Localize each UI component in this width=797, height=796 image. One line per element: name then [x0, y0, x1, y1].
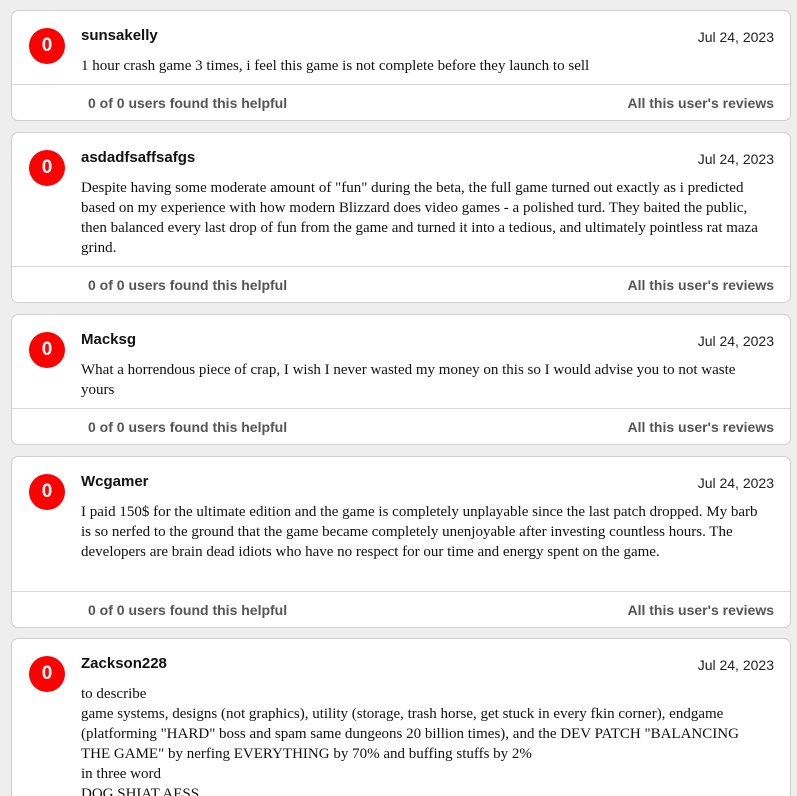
review-text: What a horrendous piece of crap, I wish … [81, 362, 736, 398]
all-user-reviews-link[interactable]: All this user's reviews [627, 602, 774, 618]
review-card: 0 sunsakelly Jul 24, 2023 1 hour crash g… [11, 10, 791, 121]
score-badge: 0 [29, 28, 65, 64]
score-badge: 0 [29, 474, 65, 510]
review-author[interactable]: asdadfsaffsafgs [81, 149, 195, 166]
review-text: 1 hour crash game 3 times, i feel this g… [81, 58, 590, 74]
review-footer: 0 of 0 users found this helpful All this… [12, 408, 790, 444]
review-card: 0 Wcgamer Jul 24, 2023 I paid 150$ for t… [11, 456, 791, 628]
review-author[interactable]: Zackson228 [81, 655, 167, 672]
review-text: Despite having some moderate amount of "… [81, 180, 758, 256]
score-badge: 0 [29, 656, 65, 692]
review-footer: 0 of 0 users found this helpful All this… [12, 591, 790, 627]
review-footer: 0 of 0 users found this helpful All this… [12, 266, 790, 302]
helpful-count: 0 of 0 users found this helpful [88, 602, 288, 618]
review-text: I paid 150$ for the ultimate edition and… [81, 504, 758, 560]
helpful-count: 0 of 0 users found this helpful [88, 419, 288, 435]
review-author[interactable]: Wcgamer [81, 473, 149, 490]
review-date: Jul 24, 2023 [697, 657, 774, 673]
review-author[interactable]: sunsakelly [81, 27, 158, 44]
review-author[interactable]: Macksg [81, 331, 136, 348]
helpful-count: 0 of 0 users found this helpful [88, 277, 288, 293]
all-user-reviews-link[interactable]: All this user's reviews [627, 277, 774, 293]
review-date: Jul 24, 2023 [697, 475, 774, 491]
review-card: 0 asdadfsaffsafgs Jul 24, 2023 Despite h… [11, 132, 791, 303]
review-card: 0 Macksg Jul 24, 2023 What a horrendous … [11, 314, 791, 445]
review-card: 0 Zackson228 Jul 24, 2023 to describe ga… [11, 638, 791, 796]
review-date: Jul 24, 2023 [697, 29, 774, 45]
review-footer: 0 of 0 users found this helpful All this… [12, 84, 790, 120]
score-badge: 0 [29, 150, 65, 186]
review-date: Jul 24, 2023 [697, 151, 774, 167]
review-text: to describe game systems, designs (not g… [81, 686, 739, 796]
all-user-reviews-link[interactable]: All this user's reviews [627, 419, 774, 435]
review-date: Jul 24, 2023 [697, 333, 774, 349]
score-badge: 0 [29, 332, 65, 368]
all-user-reviews-link[interactable]: All this user's reviews [627, 95, 774, 111]
helpful-count: 0 of 0 users found this helpful [88, 95, 288, 111]
